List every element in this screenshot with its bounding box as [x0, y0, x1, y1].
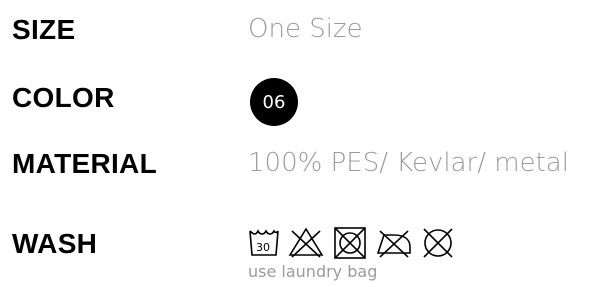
- do-not-dry-clean-icon: [423, 228, 453, 258]
- do-not-tumble-dry-icon: [334, 227, 366, 259]
- wash-label: WASH: [12, 228, 98, 259]
- wash-temp-text: 30: [256, 241, 270, 254]
- size-value: One Size: [248, 14, 363, 44]
- care-symbols: 30: [249, 227, 453, 259]
- material-label: MATERIAL: [12, 148, 157, 179]
- wash-note: use laundry bag: [248, 262, 378, 281]
- wash-care-icons: 30: [246, 225, 496, 261]
- color-label: COLOR: [12, 82, 115, 113]
- size-label: SIZE: [12, 14, 76, 45]
- color-swatch[interactable]: 06: [250, 78, 298, 126]
- do-not-iron-icon: [376, 230, 411, 258]
- do-not-bleach-icon: [288, 227, 324, 258]
- material-value: 100% PES/ Kevlar/ metal: [248, 148, 569, 178]
- wash-30-icon: 30: [249, 229, 279, 256]
